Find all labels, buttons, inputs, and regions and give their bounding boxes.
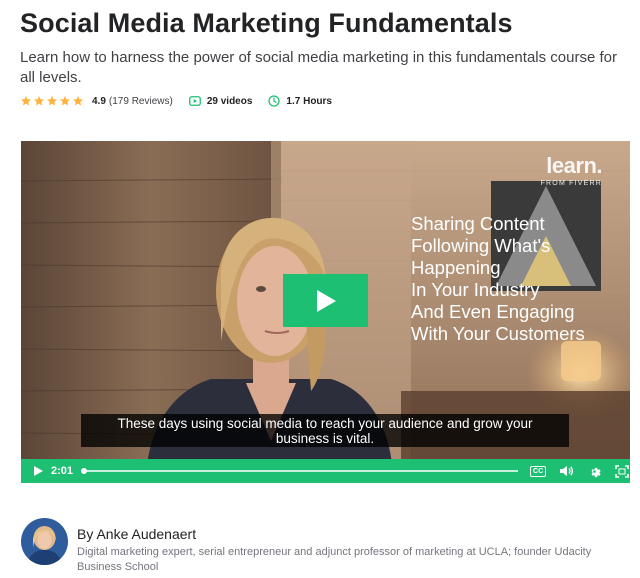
star-icon — [60, 96, 70, 106]
captions-button[interactable]: CC — [530, 465, 547, 477]
overlay-line: Sharing Content — [411, 213, 545, 234]
play-icon — [316, 289, 336, 312]
fullscreen-icon — [615, 464, 629, 478]
logo-wordmark: learn. — [546, 153, 602, 178]
video-captions: These days using social media to reach y… — [81, 414, 569, 447]
overlay-line: Following What's — [411, 235, 551, 256]
caption-line: These days using social media to reach y… — [117, 416, 533, 431]
author-name[interactable]: By Anke Audenaert — [77, 525, 597, 543]
logo-tagline: FROM FIVERR — [540, 180, 602, 187]
progress-bar[interactable] — [81, 468, 519, 474]
star-icon — [73, 96, 83, 106]
duration-label: 1.7 Hours — [286, 95, 332, 107]
author-avatar[interactable] — [21, 518, 68, 565]
overlay-line: Happening — [411, 257, 501, 278]
big-play-button[interactable] — [283, 274, 368, 327]
rating-stars — [20, 95, 84, 107]
play-pause-button[interactable] — [31, 466, 45, 476]
author-section: By Anke Audenaert Digital marketing expe… — [21, 518, 597, 575]
volume-icon — [560, 466, 574, 476]
caption-line: business is vital. — [275, 431, 375, 446]
settings-button[interactable] — [588, 465, 601, 478]
star-icon — [47, 96, 57, 106]
fullscreen-button[interactable] — [615, 464, 629, 478]
author-bio: Digital marketing expert, serial entrepr… — [77, 546, 592, 573]
volume-button[interactable] — [560, 465, 574, 477]
current-time: 2:01 — [51, 465, 74, 477]
course-meta: 4.9 (179 Reviews) 29 videos 1.7 Hours — [20, 92, 348, 110]
video-icon — [188, 96, 201, 106]
videos-count: 29 videos — [188, 95, 253, 107]
overlay-line: And Even Engaging — [411, 301, 575, 322]
avatar-image — [21, 518, 68, 565]
rating-value: 4.9 — [92, 95, 106, 107]
videos-label: 29 videos — [206, 95, 253, 107]
learn-logo: learn. FROM FIVERR — [540, 153, 603, 188]
progress-handle[interactable] — [81, 468, 88, 474]
star-icon — [21, 96, 31, 106]
video-player[interactable]: learn. FROM FIVERR Sharing Content Follo… — [21, 141, 630, 483]
clock-icon — [268, 95, 281, 107]
overlay-line: With Your Customers — [411, 323, 585, 344]
play-icon — [33, 466, 43, 476]
reviews-link[interactable]: (179 Reviews) — [109, 96, 173, 107]
author-info: By Anke Audenaert Digital marketing expe… — [77, 525, 597, 575]
duration: 1.7 Hours — [268, 95, 332, 107]
star-icon — [34, 96, 44, 106]
video-overlay-text: Sharing Content Following What's Happeni… — [411, 213, 585, 345]
overlay-line: In Your Industry — [411, 279, 540, 300]
course-title: Social Media Marketing Fundamentals — [20, 8, 513, 38]
video-controls: 2:01 CC — [21, 459, 630, 483]
gear-icon — [591, 467, 601, 477]
course-subtitle: Learn how to harness the power of social… — [20, 49, 617, 86]
